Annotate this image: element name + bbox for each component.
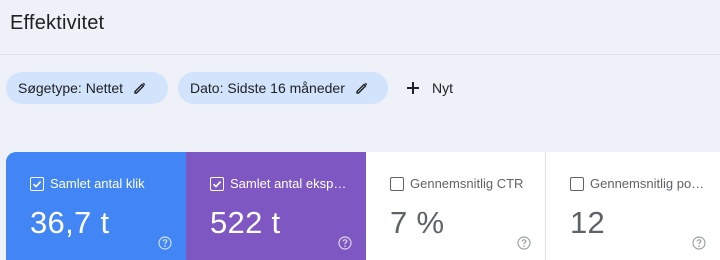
pencil-icon[interactable] <box>355 81 369 95</box>
page-title: Effektivitet <box>10 12 105 34</box>
help-icon[interactable] <box>517 236 531 250</box>
help-icon[interactable] <box>338 236 352 250</box>
filter-chip-search-type[interactable]: Søgetype: Nettet <box>6 72 168 104</box>
help-icon[interactable] <box>692 236 706 250</box>
metric-card-impressions[interactable]: Samlet antal eksp… 522 t <box>186 152 366 260</box>
pencil-icon[interactable] <box>133 81 147 95</box>
metric-card-ctr[interactable]: Gennemsnitlig CTR 7 % <box>366 152 546 260</box>
metric-card-clicks[interactable]: Samlet antal klik 36,7 t <box>6 152 186 260</box>
metric-card-position[interactable]: Gennemsnitlig po… 12 <box>546 152 720 260</box>
metric-label: Samlet antal klik <box>50 176 145 191</box>
new-filter-button[interactable]: Nyt <box>404 72 453 104</box>
checkbox-checked-icon[interactable] <box>30 176 44 191</box>
metric-label: Gennemsnitlig CTR <box>410 176 524 191</box>
filter-chip-label: Søgetype: Nettet <box>18 80 124 96</box>
new-filter-label: Nyt <box>432 80 453 96</box>
checkbox-unchecked-icon[interactable] <box>570 176 584 191</box>
header-divider <box>0 54 720 55</box>
filter-chip-date[interactable]: Dato: Sidste 16 måneder <box>178 72 388 104</box>
filter-chip-label: Dato: Sidste 16 måneder <box>190 80 345 96</box>
plus-icon <box>404 79 422 97</box>
checkbox-unchecked-icon[interactable] <box>390 176 404 191</box>
help-icon[interactable] <box>158 236 172 250</box>
metric-label: Samlet antal eksp… <box>230 176 347 191</box>
checkbox-checked-icon[interactable] <box>210 176 224 191</box>
metric-label: Gennemsnitlig po… <box>590 176 705 191</box>
